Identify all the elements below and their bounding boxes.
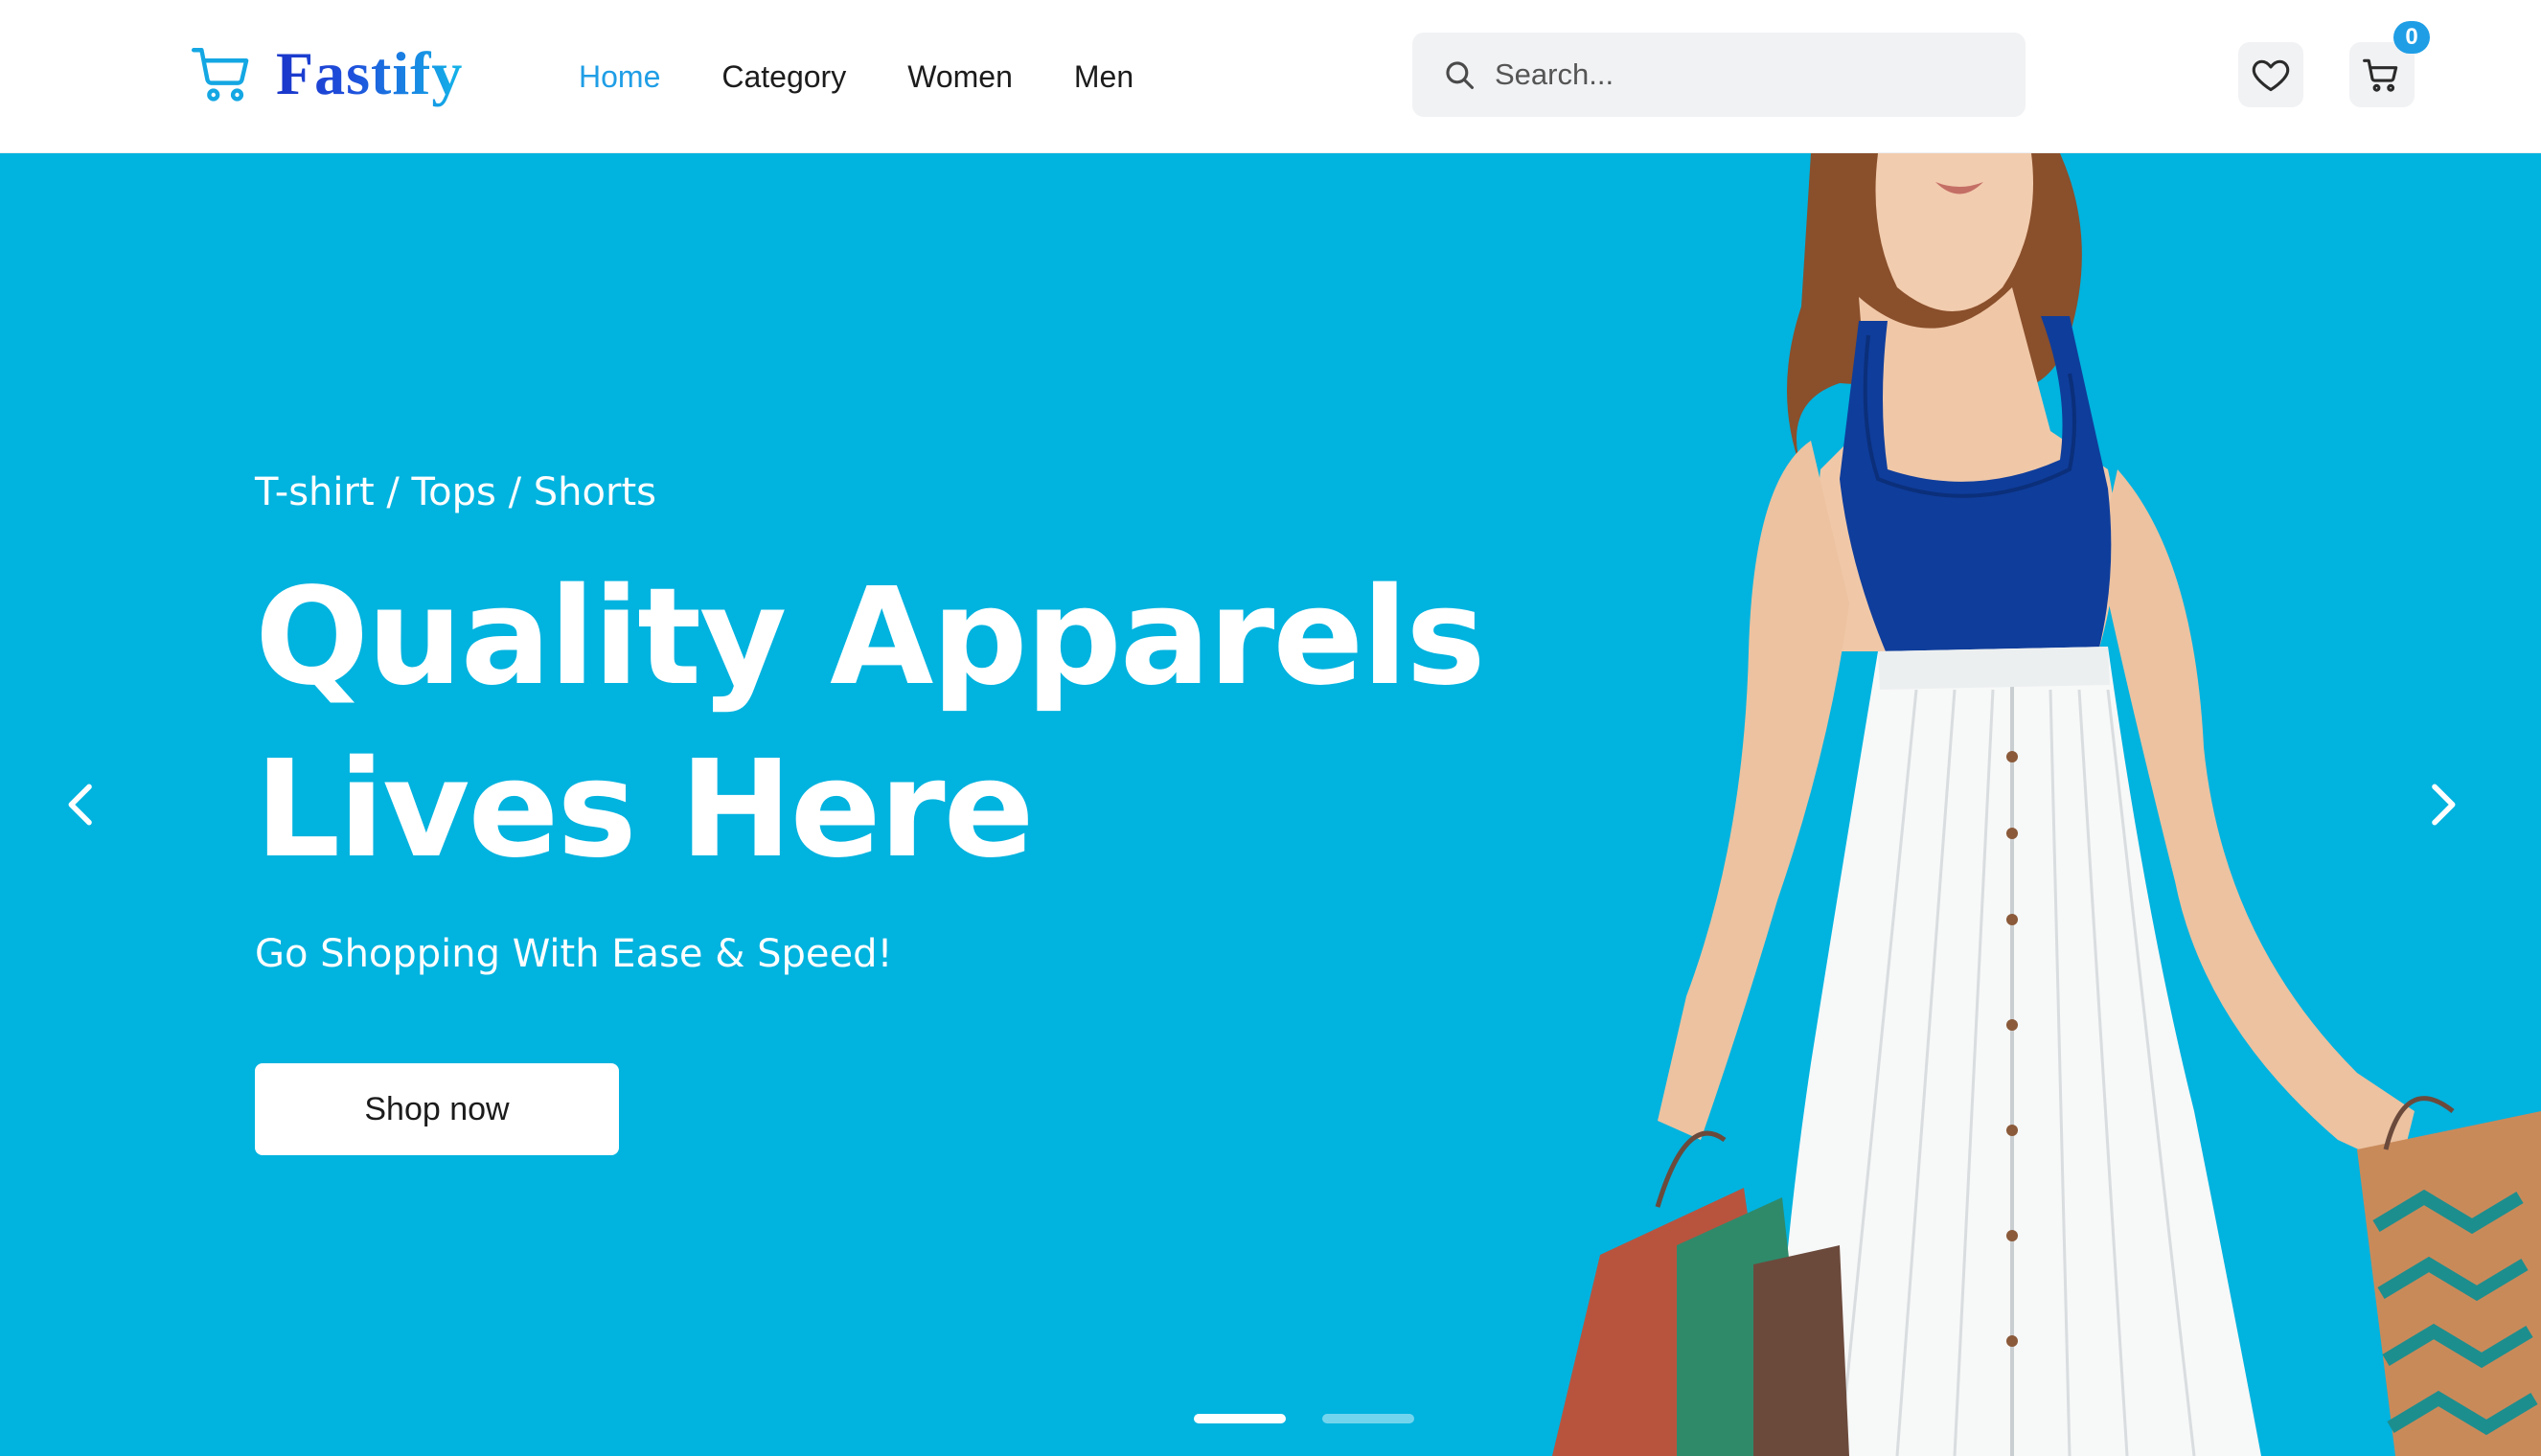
shopping-cart-icon (191, 48, 249, 102)
brand-name: Fastify (276, 39, 464, 107)
search-icon (1446, 61, 1475, 90)
hero-title-line-1: Quality Apparels (255, 559, 1486, 716)
nav-item-category[interactable]: Category (721, 56, 846, 98)
carousel-prev-button[interactable] (44, 766, 121, 843)
heart-icon (2252, 59, 2290, 92)
nav-item-men[interactable]: Men (1074, 56, 1133, 98)
carousel-next-button[interactable] (2403, 766, 2480, 843)
cart-count-badge: 0 (2393, 21, 2430, 54)
nav-item-women[interactable]: Women (907, 56, 1013, 98)
hero-subtitle: Go Shopping With Ease & Speed! (255, 932, 893, 976)
nav-item-home[interactable]: Home (579, 56, 660, 98)
shopping-cart-icon (2363, 58, 2398, 92)
carousel-dot-1[interactable] (1194, 1414, 1286, 1423)
wishlist-button[interactable] (2238, 42, 2303, 107)
hero-eyebrow: T-shirt / Tops / Shorts (255, 470, 656, 514)
main-nav: Home Category Women Men (548, 56, 1164, 98)
search-input[interactable] (1495, 46, 2012, 103)
chevron-left-icon (68, 784, 92, 826)
chevron-right-icon (2432, 784, 2456, 826)
search-bar[interactable] (1412, 33, 2026, 117)
carousel-dot-2[interactable] (1322, 1414, 1414, 1423)
hero-content: T-shirt / Tops / Shorts Quality Apparels… (255, 466, 1486, 981)
site-header: Fastify Home Category Women Men 0 (0, 0, 2541, 153)
hero-title: Quality Apparels Lives Here (255, 552, 1486, 897)
shop-now-button[interactable]: Shop now (255, 1063, 619, 1155)
carousel-indicators (1194, 1414, 1451, 1423)
hero-carousel: T-shirt / Tops / Shorts Quality Apparels… (0, 153, 2541, 1456)
hero-title-line-2: Lives Here (255, 732, 1035, 888)
hero-model-image (1552, 153, 2541, 1456)
brand-logo[interactable]: Fastify (190, 40, 463, 107)
